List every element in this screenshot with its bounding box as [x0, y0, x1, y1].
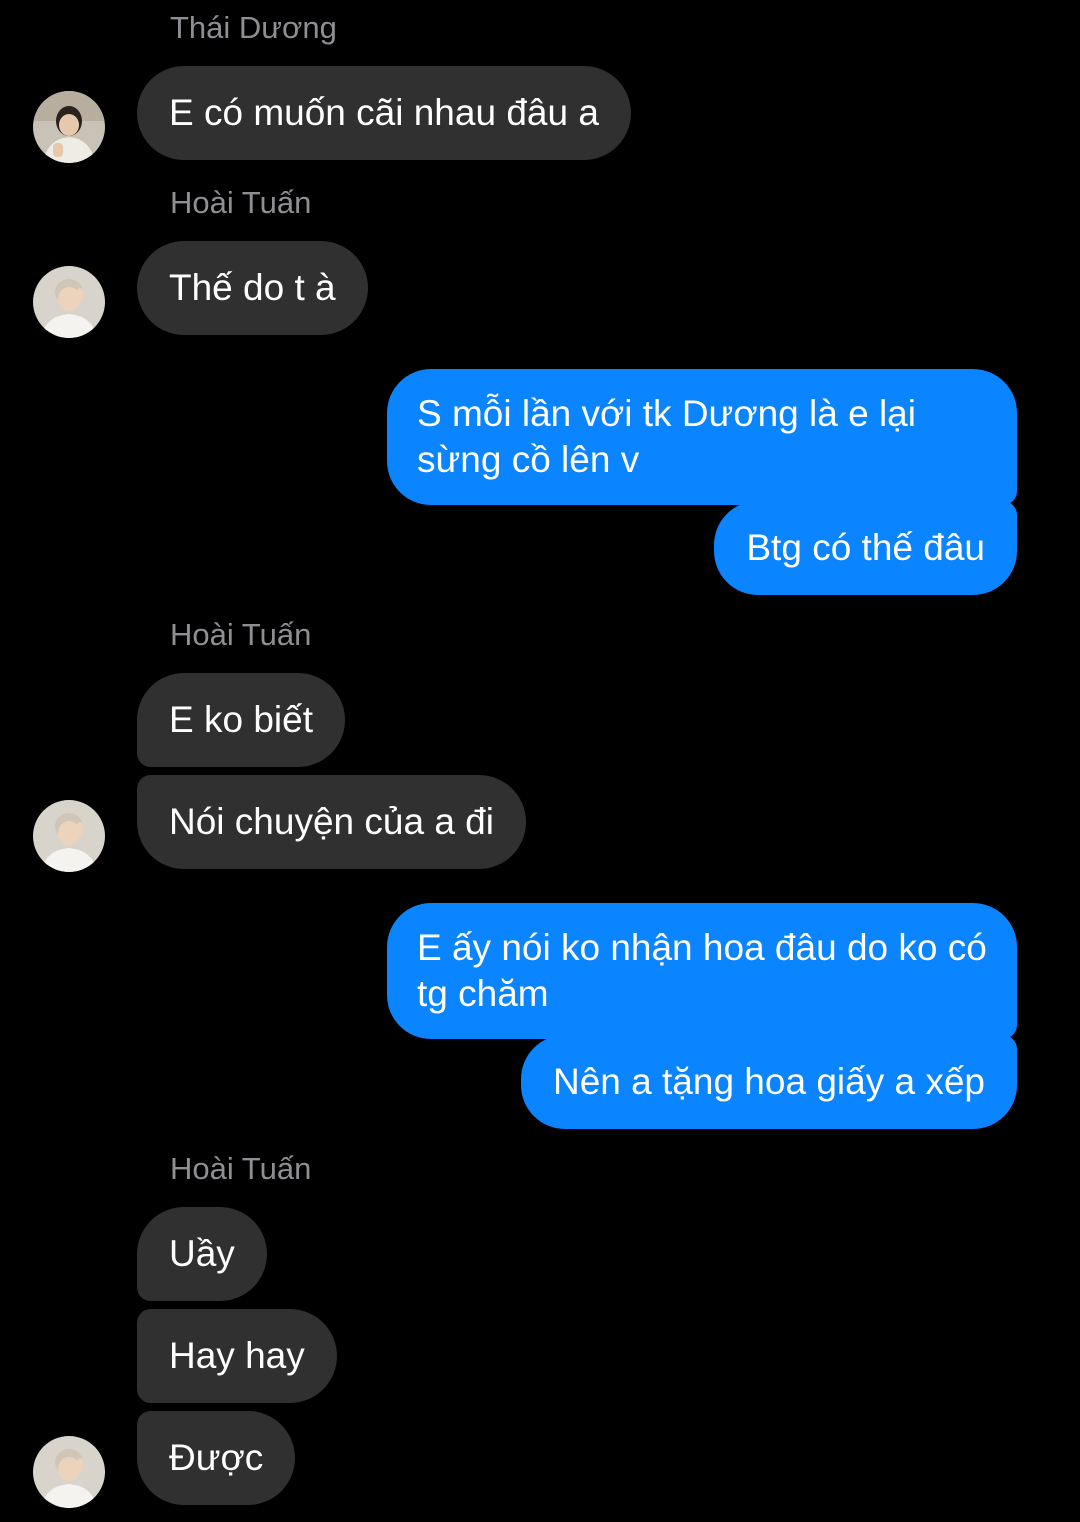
message-bubble[interactable]: Hay hay: [137, 1309, 337, 1403]
message-bubble[interactable]: E ko biết: [137, 673, 345, 767]
message-bubble[interactable]: Btg có thế đâu: [714, 501, 1017, 595]
sender-name: Thái Dương: [170, 10, 337, 45]
avatar-thai-duong-icon: [33, 91, 105, 163]
sender-name: Hoài Tuấn: [170, 617, 312, 652]
avatar[interactable]: [33, 91, 105, 163]
message-bubble[interactable]: E ấy nói ko nhận hoa đâu do ko có tg chă…: [387, 903, 1017, 1039]
avatar-hoai-tuan-icon: [33, 266, 105, 338]
message-bubble[interactable]: Thế do t à: [137, 241, 368, 335]
sender-name: Hoài Tuấn: [170, 185, 312, 220]
avatar-hoai-tuan-icon: [33, 1436, 105, 1508]
message-bubble[interactable]: Nên a tặng hoa giấy a xếp: [521, 1035, 1017, 1129]
message-bubble[interactable]: Nói chuyện của a đi: [137, 775, 526, 869]
message-bubble[interactable]: E có muốn cãi nhau đâu a: [137, 66, 631, 160]
avatar[interactable]: [33, 800, 105, 872]
avatar-hoai-tuan-icon: [33, 800, 105, 872]
message-bubble[interactable]: Được: [137, 1411, 296, 1505]
avatar[interactable]: [33, 1436, 105, 1508]
avatar[interactable]: [33, 266, 105, 338]
message-bubble[interactable]: S mỗi lần với tk Dương là e lại sừng cồ …: [387, 369, 1017, 505]
message-bubble[interactable]: Uầy: [137, 1207, 267, 1301]
sender-name: Hoài Tuấn: [170, 1151, 312, 1186]
